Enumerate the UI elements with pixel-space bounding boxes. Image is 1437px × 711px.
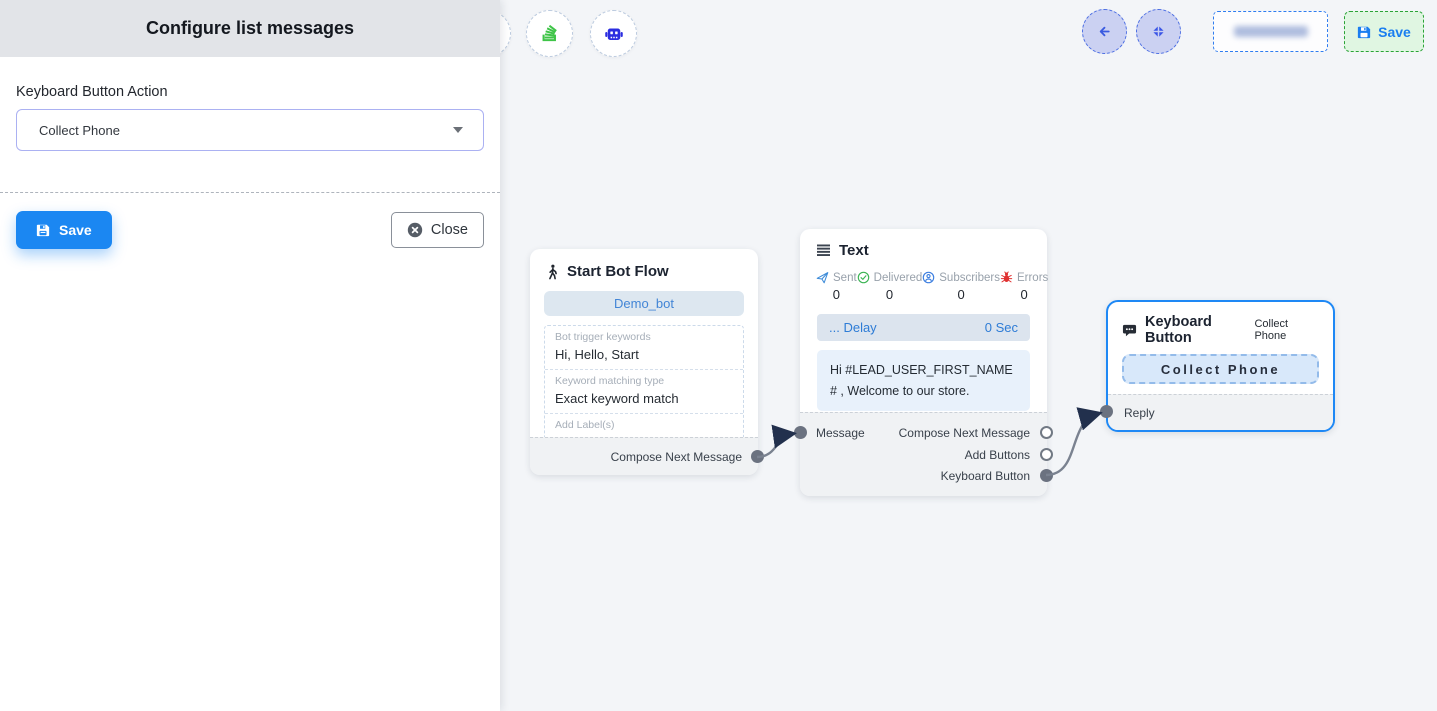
compose-next-message-output-label: Compose Next Message — [899, 426, 1030, 441]
stat-label: Errors — [1017, 272, 1048, 284]
bot-button[interactable] — [590, 10, 637, 57]
paper-plane-icon — [816, 271, 829, 284]
subscriber-icon — [922, 271, 935, 284]
field-label: Bot trigger keywords — [555, 331, 733, 344]
reply-input-label: Reply — [1124, 406, 1155, 420]
stat-value: 0 — [886, 287, 893, 302]
panel-title: Configure list messages — [146, 18, 354, 39]
delay-setting[interactable]: ... Delay 0 Sec — [817, 314, 1030, 341]
keyboard-button-output-label: Keyboard Button — [941, 469, 1030, 484]
close-button[interactable]: Close — [391, 212, 484, 248]
start-bot-flow-node[interactable]: Start Bot Flow Demo_bot Bot trigger keyw… — [530, 249, 758, 475]
keyboard-button-port[interactable] — [1040, 469, 1053, 482]
select-value: Collect Phone — [39, 123, 453, 138]
field-value: Hi, Hello, Start — [555, 346, 733, 363]
chevron-down-icon — [453, 127, 463, 133]
stat-subscribers: Subscribers 0 — [922, 271, 1000, 302]
close-button-label: Close — [431, 222, 468, 238]
keyboard-action-value: Collect Phone — [1254, 318, 1319, 342]
comment-dots-icon — [1122, 323, 1137, 338]
field-value: Exact keyword match — [555, 390, 733, 407]
add-buttons-output-label: Add Buttons — [965, 448, 1030, 463]
robot-icon — [604, 24, 624, 44]
stat-sent: Sent 0 — [816, 271, 857, 302]
field-matching-type: Keyword matching type Exact keyword matc… — [545, 369, 743, 413]
save-button-label: Save — [59, 222, 92, 238]
text-input-port[interactable] — [794, 426, 807, 439]
stats-row: Sent 0 Delivered 0 Subscribers — [800, 263, 1047, 302]
stack-messages-icon — [540, 24, 559, 43]
align-justify-icon — [817, 244, 831, 257]
keyboard-node-title: Keyboard Button — [1145, 314, 1254, 346]
keyboard-node-footer: Reply — [1108, 394, 1333, 430]
back-button[interactable] — [1082, 9, 1127, 54]
stat-errors: Errors 0 — [1000, 271, 1048, 302]
text-node-title: Text — [839, 242, 869, 259]
compose-next-message-output-label: Compose Next Message — [611, 450, 742, 464]
start-node-footer: Compose Next Message — [530, 437, 758, 475]
delay-value: 0 Sec — [985, 320, 1018, 335]
text-node-footer: Message Compose Next Message Add Buttons… — [800, 412, 1047, 496]
field-label: Add Label(s) — [555, 419, 733, 432]
stat-value: 0 — [957, 287, 964, 302]
stat-label: Delivered — [874, 272, 923, 284]
start-node-title: Start Bot Flow — [567, 263, 669, 280]
keyboard-button-node[interactable]: Keyboard Button Collect Phone Collect Ph… — [1106, 300, 1335, 432]
message-preview[interactable]: Hi #LEAD_USER_FIRST_NAME# , Welcome to o… — [817, 350, 1030, 411]
stat-label: Sent — [833, 272, 857, 284]
arrow-left-icon — [1096, 23, 1113, 40]
redacted-text — [1234, 26, 1308, 37]
check-circle-icon — [857, 271, 870, 284]
field-label: Keyword matching type — [555, 375, 733, 388]
save-floppy-icon — [36, 223, 50, 237]
stat-delivered: Delivered 0 — [857, 271, 923, 302]
delay-label: ... Delay — [829, 320, 877, 335]
canvas-save-label: Save — [1378, 24, 1411, 40]
message-input-label: Message — [816, 426, 865, 441]
stat-value: 0 — [833, 287, 840, 302]
panel-header: Configure list messages — [0, 0, 500, 57]
redacted-button[interactable] — [1213, 11, 1328, 52]
compress-icon — [1151, 24, 1166, 39]
field-trigger-keywords: Bot trigger keywords Hi, Hello, Start — [545, 326, 743, 369]
stat-value: 0 — [1021, 287, 1028, 302]
collect-phone-button-label: Collect Phone — [1161, 362, 1280, 377]
start-output-port[interactable] — [751, 450, 764, 463]
reply-input-port[interactable] — [1100, 405, 1113, 418]
save-button[interactable]: Save — [16, 211, 112, 249]
collect-phone-button[interactable]: Collect Phone — [1122, 354, 1319, 384]
keyboard-action-select[interactable]: Collect Phone — [16, 109, 484, 151]
canvas-save-button[interactable]: Save — [1344, 11, 1424, 52]
stat-label: Subscribers — [939, 272, 1000, 284]
configure-panel: Configure list messages Keyboard Button … — [0, 0, 500, 711]
add-buttons-port[interactable] — [1040, 448, 1053, 461]
fit-view-button[interactable] — [1136, 9, 1181, 54]
bot-name-pill[interactable]: Demo_bot — [544, 291, 744, 316]
bug-icon — [1000, 271, 1013, 284]
save-floppy-icon — [1357, 25, 1371, 39]
text-node[interactable]: Text Sent 0 Delivered 0 — [800, 229, 1047, 496]
keyboard-action-label: Keyboard Button Action — [16, 84, 484, 100]
toolbar-hidden-button[interactable] — [500, 10, 511, 57]
flow-canvas[interactable]: Save Start Bot Flow — [500, 0, 1437, 711]
close-circle-icon — [407, 222, 423, 238]
walking-person-icon — [546, 264, 559, 280]
compose-next-message-port[interactable] — [1040, 426, 1053, 439]
edge-text-to-keyboard — [1046, 414, 1097, 475]
stack-messages-button[interactable] — [526, 10, 573, 57]
bot-name: Demo_bot — [614, 296, 674, 311]
